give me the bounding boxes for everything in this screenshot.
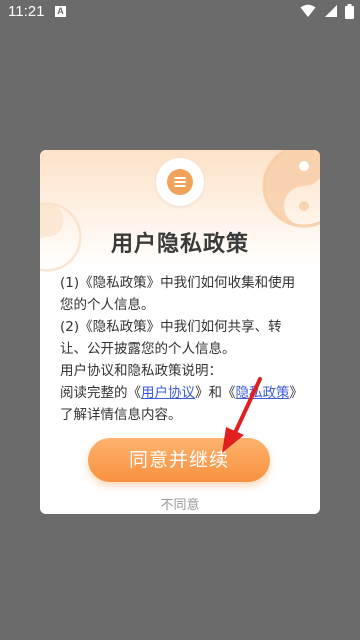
user-agreement-link[interactable]: 用户协议 [141, 385, 195, 401]
dialog-header-icon [156, 158, 204, 206]
policy-paragraph-2: (2)《隐私政策》中我们如何共享、转让、公开披露您的个人信息。 [60, 319, 282, 357]
dialog-title: 用户隐私政策 [110, 232, 249, 257]
privacy-dialog: 用户隐私政策 (1)《隐私政策》中我们如何收集和使用您的个人信息。 (2)《隐私… [40, 150, 320, 514]
notification-badge: A [55, 6, 66, 17]
link-prefix-text: 阅读完整的《 [60, 385, 141, 401]
battery-icon [345, 4, 354, 19]
status-icons [297, 4, 354, 20]
red-pointer-arrow-icon [222, 377, 262, 453]
disagree-button[interactable]: 不同意 [40, 494, 320, 513]
policy-paragraph-1: (1)《隐私政策》中我们如何收集和使用您的个人信息。 [60, 275, 296, 313]
status-bar: 11:21 A [0, 0, 360, 24]
status-time: 11:21 [8, 3, 45, 20]
signal-icon [324, 5, 337, 17]
yin-yang-decoration-right [262, 150, 320, 228]
menu-icon [167, 169, 193, 195]
wifi-icon [300, 4, 316, 17]
